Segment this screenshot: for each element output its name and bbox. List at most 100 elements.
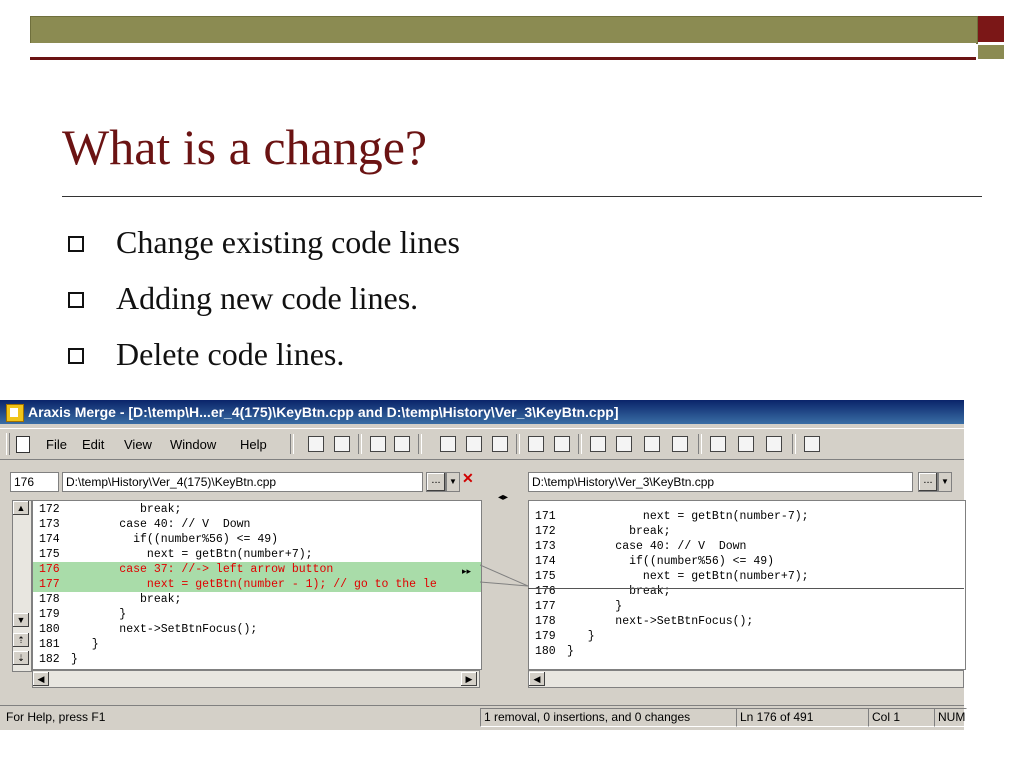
code-line[interactable]: 179 } [529,629,965,644]
toolbar-grip[interactable] [6,433,10,455]
code-line[interactable]: 174 if((number%56) <= 49) [33,532,481,547]
code-text: } [567,630,595,643]
code-line[interactable]: 174 if((number%56) <= 49) [529,554,965,569]
line-number: 173 [535,540,556,553]
removal-marker-line [528,588,964,589]
side-by-side-view-icon[interactable] [586,432,608,454]
window-title: Araxis Merge - [D:\temp\H...er_4(175)\Ke… [28,404,619,420]
header-band [30,16,978,44]
report-icon[interactable] [734,432,756,454]
scroll-left-icon[interactable]: ◀ [33,672,49,686]
home-icon[interactable] [800,432,822,454]
change-connector [480,564,529,587]
right-browse-button[interactable]: ... [918,472,938,492]
left-file-path[interactable]: D:\temp\History\Ver_4(175)\KeyBtn.cpp [62,472,423,492]
code-line[interactable]: 177 next = getBtn(number - 1); // go to … [33,577,481,592]
status-summary: 1 removal, 0 insertions, and 0 changes [480,708,737,727]
scroll-left-icon[interactable]: ◀ [529,672,545,686]
fold-arrow-icon[interactable]: ▸▸ [462,566,471,577]
code-line[interactable]: 173 case 40: // V Down [33,517,481,532]
close-file-icon[interactable]: ✕ [462,470,474,487]
code-text: break; [567,525,671,538]
code-line[interactable]: 178 break; [33,592,481,607]
code-text: break; [71,593,182,606]
paste-icon[interactable] [488,432,510,454]
print-icon[interactable] [706,432,728,454]
next-change-icon[interactable]: ⇣ [13,651,29,665]
code-line[interactable]: 180} [529,644,965,659]
left-vertical-scrollbar[interactable]: ▲ ▼ ⇡ ⇣ [12,500,32,672]
code-line[interactable]: 181 } [33,637,481,652]
code-line[interactable]: 176 break; [529,584,965,599]
left-code-pane[interactable]: 172 break; 173 case 40: // V Down 174 if((… [32,500,482,670]
scroll-down-icon[interactable]: ▼ [13,613,29,627]
save-icon[interactable] [390,432,412,454]
code-line[interactable]: 179 } [33,607,481,622]
cut-icon[interactable] [436,432,458,454]
open-folder-icon[interactable] [330,432,352,454]
toolbar-separator [290,434,294,454]
code-line[interactable]: 171 next = getBtn(number-7); [529,509,965,524]
code-line[interactable]: 172 break; [529,524,965,539]
line-number: 175 [39,548,60,561]
undo-icon[interactable] [524,432,546,454]
right-file-path[interactable]: D:\temp\History\Ver_3\KeyBtn.cpp [528,472,913,492]
single-pane-view-icon[interactable] [668,432,690,454]
code-line[interactable]: 177 } [529,599,965,614]
left-dropdown-button[interactable]: ▼ [446,472,460,492]
code-text: next->SetBtnFocus(); [71,623,258,636]
code-line[interactable]: 180 next->SetBtnFocus(); [33,622,481,637]
code-text: case 37: //-> left arrow button [71,563,334,576]
line-number: 173 [39,518,60,531]
line-number: 176 [535,585,556,598]
swap-files-icon[interactable]: ◂▸ [498,492,508,503]
line-number: 171 [535,510,556,523]
book-icon[interactable] [762,432,784,454]
bullet-item: Adding new code lines. [68,270,460,326]
menu-help[interactable]: Help [240,437,267,452]
code-line[interactable]: 172 break; [33,502,481,517]
left-horizontal-scrollbar[interactable]: ◀ ▶ [32,670,480,688]
window-titlebar[interactable]: Araxis Merge - [D:\temp\H...er_4(175)\Ke… [0,400,964,424]
left-browse-button[interactable]: ... [426,472,446,492]
header-rule [30,43,976,60]
code-line[interactable]: 173 case 40: // V Down [529,539,965,554]
line-number: 172 [39,503,60,516]
bullet-text: Adding new code lines. [116,279,419,316]
toolbar-separator [516,434,520,454]
menu-view[interactable]: View [124,437,152,452]
redo-icon[interactable] [550,432,572,454]
document-icon[interactable] [16,436,30,453]
refresh-icon[interactable] [366,432,388,454]
code-line[interactable]: 182} [33,652,481,667]
menu-window[interactable]: Window [170,437,216,452]
scroll-right-icon[interactable]: ▶ [461,672,477,686]
code-line[interactable]: 178 next->SetBtnFocus(); [529,614,965,629]
code-text: } [71,638,99,651]
code-line[interactable]: 176 case 37: //-> left arrow button [33,562,481,577]
code-line[interactable]: 175 next = getBtn(number+7); [529,569,965,584]
three-way-view-icon[interactable] [640,432,662,454]
code-text: } [71,653,78,666]
right-dropdown-button[interactable]: ▼ [938,472,952,492]
copy-icon[interactable] [462,432,484,454]
status-bar: For Help, press F1 1 removal, 0 insertio… [0,705,967,728]
app-icon [6,404,24,422]
menu-file[interactable]: File [46,437,67,452]
status-position: Ln 176 of 491 [736,708,869,727]
right-code-pane[interactable]: 171 next = getBtn(number-7); 172 break; 17… [528,500,966,670]
code-text: next->SetBtnFocus(); [567,615,754,628]
square-bullet-icon [68,292,84,308]
toolbar-separator [698,434,702,454]
menu-edit[interactable]: Edit [82,437,104,452]
menubar: File Edit View Window Help [0,428,964,460]
status-num: NUM [934,708,967,727]
code-line[interactable]: 175 next = getBtn(number+7); [33,547,481,562]
line-number: 178 [39,593,60,606]
new-comparison-icon[interactable] [304,432,326,454]
previous-change-icon[interactable]: ⇡ [13,633,29,647]
right-horizontal-scrollbar[interactable]: ◀ [528,670,964,688]
scroll-up-icon[interactable]: ▲ [13,501,29,515]
line-number-field[interactable]: 176 [10,472,59,492]
above-below-view-icon[interactable] [612,432,634,454]
